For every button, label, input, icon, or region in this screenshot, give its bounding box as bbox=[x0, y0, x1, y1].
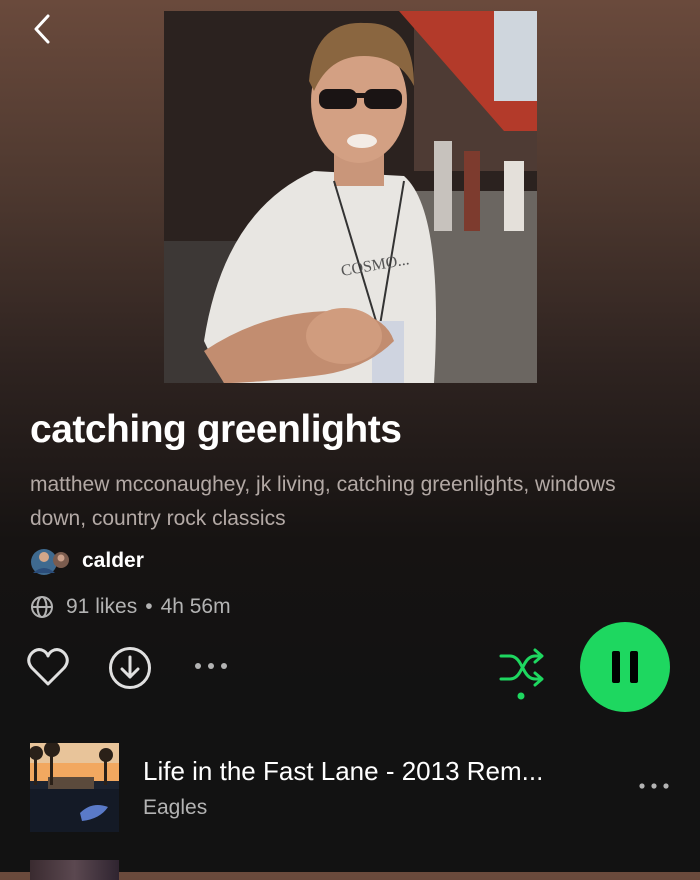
track-artist: Eagles bbox=[143, 796, 208, 819]
download-button[interactable] bbox=[108, 646, 152, 690]
shuffle-button[interactable] bbox=[498, 646, 546, 702]
playlist-description: matthew mcconaughey, jk living, catching… bbox=[30, 473, 616, 530]
shuffle-icon bbox=[499, 648, 544, 700]
more-options-button[interactable] bbox=[192, 656, 232, 676]
globe-icon bbox=[31, 596, 53, 618]
heart-outline-icon bbox=[27, 648, 69, 686]
avatar bbox=[30, 543, 70, 579]
back-button[interactable] bbox=[24, 10, 64, 50]
playlist-duration: 4h 56m bbox=[160, 595, 231, 618]
track-more-button[interactable] bbox=[636, 774, 676, 798]
more-horizontal-icon bbox=[639, 783, 669, 789]
track-album-art bbox=[30, 743, 119, 832]
more-horizontal-icon bbox=[195, 663, 227, 669]
chevron-left-icon bbox=[34, 14, 50, 44]
likes-count: 91 likes bbox=[66, 595, 138, 618]
playlist-title: catching greenlights bbox=[30, 408, 402, 451]
like-button[interactable] bbox=[26, 646, 70, 688]
owner-name: calder bbox=[82, 549, 144, 572]
playlist-owner[interactable]: calder bbox=[30, 543, 144, 579]
pause-icon bbox=[612, 651, 638, 683]
track-title: Life in the Fast Lane - 2013 Rem... bbox=[143, 756, 544, 786]
next-track-album-art bbox=[30, 860, 119, 880]
playlist-stats: 91 likes • 4h 56m bbox=[30, 593, 231, 621]
download-circle-icon bbox=[109, 647, 151, 689]
pause-button[interactable] bbox=[580, 622, 670, 712]
separator-dot: • bbox=[145, 595, 153, 618]
playlist-cover-image: COSMO... bbox=[164, 11, 537, 383]
track-row[interactable]: Life in the Fast Lane - 2013 Rem... Eagl… bbox=[0, 740, 700, 834]
